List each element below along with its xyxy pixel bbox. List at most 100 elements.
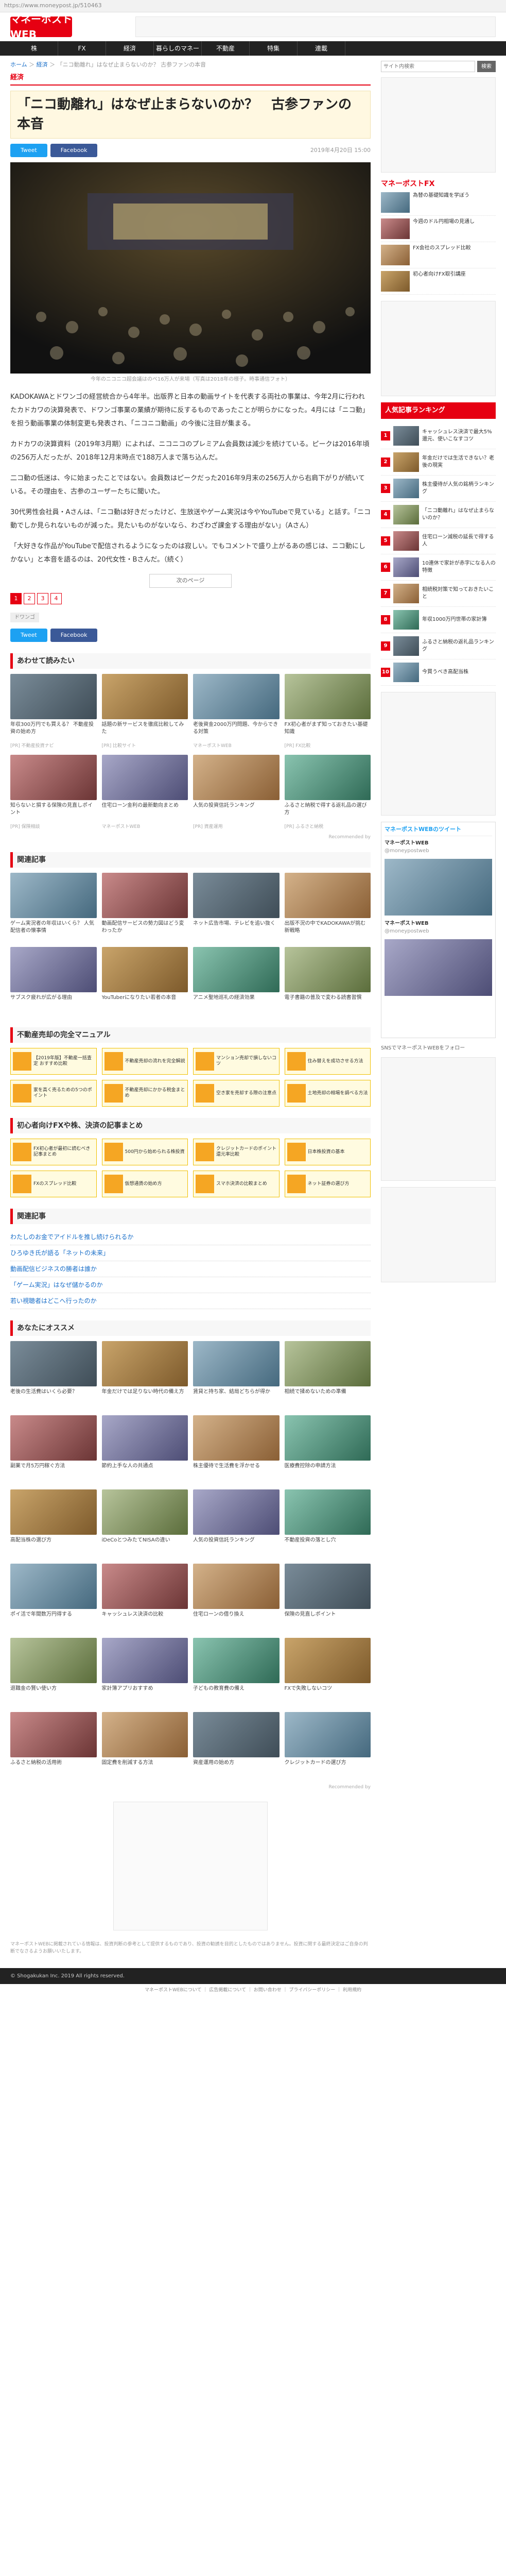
related-link[interactable]: わたしのお金でアイドルを推し続けられるか	[10, 1229, 371, 1246]
list-item[interactable]: ふるさと納税で得する返礼品の選び方 [PR] ふるさと納税	[284, 755, 371, 831]
list-item[interactable]: 500円から始められる株投資	[101, 1139, 188, 1166]
list-item[interactable]: 出版不況の中でKADOKAWAが挑む新戦略	[284, 873, 371, 942]
list-item[interactable]: 家を高く売るための5つのポイント	[10, 1080, 97, 1107]
next-page-button[interactable]: 次のページ	[149, 574, 232, 588]
header-ad[interactable]	[135, 16, 496, 37]
related-link[interactable]: 若い視聴者はどこへ行ったのか	[10, 1293, 371, 1310]
page-link[interactable]: 2	[24, 592, 35, 604]
twitter-handle[interactable]: @moneypostweb	[385, 927, 492, 935]
nav-item-living[interactable]: 暮らしのマネー	[154, 41, 202, 56]
list-item[interactable]: キャッシュレス決済の比較	[101, 1564, 188, 1633]
footer-links[interactable]: マネーポストWEBについて ｜ 広告掲載について ｜ お問い合わせ ｜ プライバ…	[0, 1984, 506, 1997]
list-item[interactable]: 日本株投資の基本	[284, 1139, 371, 1166]
list-item[interactable]: 家計簿アプリおすすめ	[101, 1638, 188, 1707]
list-item[interactable]: 住み替えを成功させる方法	[284, 1048, 371, 1075]
nav-item-economy[interactable]: 経済	[106, 41, 154, 56]
list-item[interactable]: 空き家を売却する際の注意点	[193, 1080, 280, 1107]
nav-item-stock[interactable]: 株	[10, 41, 58, 56]
list-item[interactable]: FXのスプレッド比較	[10, 1171, 97, 1198]
list-item[interactable]: ゲーム実況者の年収はいくら？ 人気配信者の懐事情	[10, 873, 97, 942]
sidebar-ad-bottom[interactable]	[381, 1057, 496, 1181]
banner-ad[interactable]	[113, 1801, 268, 1930]
article-tag[interactable]: ドワンゴ	[10, 612, 39, 622]
list-item[interactable]: ネット証券の選び方	[284, 1171, 371, 1198]
sidebar-ad-top[interactable]	[381, 77, 496, 173]
list-item[interactable]: 年金だけでは足りない時代の備え方	[101, 1341, 188, 1410]
ranking-item[interactable]: 8 年収1000万円世帯の家計簿	[381, 607, 496, 633]
tweet-button[interactable]: Tweet	[10, 144, 47, 158]
list-item[interactable]: 不動産売却の流れを完全解説	[101, 1048, 188, 1075]
article-category[interactable]: 経済	[10, 73, 371, 86]
list-item[interactable]: 相続で揉めないための準備	[284, 1341, 371, 1410]
ranking-item[interactable]: 1 キャッシュレス決済で最大5%還元、使いこなすコツ	[381, 423, 496, 449]
browser-url-bar[interactable]: https://www.moneypost.jp/510463	[0, 0, 506, 12]
list-item[interactable]: 子どもの教育費の備え	[193, 1638, 280, 1707]
page-link[interactable]: 1	[10, 592, 22, 604]
ranking-item[interactable]: 7 相続税対策で知っておきたいこと	[381, 581, 496, 607]
nav-item-feature[interactable]: 特集	[250, 41, 298, 56]
twitter-user[interactable]: マネーポストWEB	[385, 839, 492, 847]
list-item[interactable]: クレジットカードのポイント還元率比較	[193, 1139, 280, 1166]
ranking-item[interactable]: 3 株主優待が人気の銘柄ランキング	[381, 476, 496, 502]
facebook-button[interactable]: Facebook	[50, 144, 98, 158]
list-item[interactable]: 株主優待で生活費を浮かせる	[193, 1415, 280, 1484]
list-item[interactable]: iDeCoとつみたてNISAの違い	[101, 1489, 188, 1558]
list-item[interactable]: FX初心者がまず知っておきたい基礎知識 [PR] FX比較	[284, 673, 371, 750]
page-link[interactable]: 4	[50, 592, 62, 604]
list-item[interactable]: 動画配信サービスの勢力図はどう変わったか	[101, 873, 188, 942]
list-item[interactable]: マンション売却で損しないコツ	[193, 1048, 280, 1075]
list-item[interactable]: 今週のドル円相場の見通し	[381, 216, 496, 242]
list-item[interactable]: FX会社のスプレッド比較	[381, 242, 496, 268]
breadcrumb-category[interactable]: 経済	[37, 61, 48, 68]
list-item[interactable]: 人気の投資信託ランキング	[193, 1489, 280, 1558]
ranking-item[interactable]: 5 住宅ローン減税の延長で得する人	[381, 528, 496, 554]
list-item[interactable]: 話題の新サービスを徹底比較してみた [PR] 比較サイト	[101, 673, 188, 750]
list-item[interactable]: 不動産投資の落とし穴	[284, 1489, 371, 1558]
list-item[interactable]: FX初心者が最初に読むべき記事まとめ	[10, 1139, 97, 1166]
list-item[interactable]: 【2019年版】不動産一括査定 おすすめ比較	[10, 1048, 97, 1075]
twitter-user[interactable]: マネーポストWEB	[385, 920, 492, 927]
list-item[interactable]: FXで失敗しないコツ	[284, 1638, 371, 1707]
page-link[interactable]: 3	[37, 592, 48, 604]
ranking-item[interactable]: 9 ふるさと納税の返礼品ランキング	[381, 633, 496, 659]
list-item[interactable]: 節約上手な人の共通点	[101, 1415, 188, 1484]
nav-item-series[interactable]: 連載	[298, 41, 345, 56]
related-link[interactable]: 「ゲーム実況」はなぜ儲かるのか	[10, 1277, 371, 1294]
search-button[interactable]: 検索	[477, 61, 496, 72]
list-item[interactable]: 副業で月5万円稼ぐ方法	[10, 1415, 97, 1484]
list-item[interactable]: 固定費を削減する方法	[101, 1712, 188, 1781]
list-item[interactable]: 賃貸と持ち家、結局どちらが得か	[193, 1341, 280, 1410]
list-item[interactable]: クレジットカードの選び方	[284, 1712, 371, 1781]
twitter-timeline[interactable]: マネーポストWEBのツイート マネーポストWEB @moneypostweb マ…	[381, 821, 496, 1038]
list-item[interactable]: 年収300万円でも買える？ 不動産投資の始め方 [PR] 不動産投資ナビ	[10, 673, 97, 750]
recommended-by-2[interactable]: Recommended by	[10, 1784, 371, 1791]
related-link[interactable]: 動画配信ビジネスの勝者は誰か	[10, 1261, 371, 1278]
sidebar-ad-ranking[interactable]	[381, 691, 496, 816]
list-item[interactable]: 為替の基礎知識を学ぼう	[381, 190, 496, 216]
ranking-item[interactable]: 4 「ニコ動離れ」はなぜ止まらないのか？	[381, 502, 496, 528]
ranking-item[interactable]: 2 年金だけでは生活できない？老後の現実	[381, 449, 496, 476]
list-item[interactable]: スマホ決済の比較まとめ	[193, 1171, 280, 1198]
recommended-by[interactable]: Recommended by	[10, 834, 371, 841]
nav-item-realestate[interactable]: 不動産	[202, 41, 250, 56]
list-item[interactable]: サブスク疲れが広がる理由	[10, 947, 97, 1016]
list-item[interactable]: 高配当株の選び方	[10, 1489, 97, 1558]
list-item[interactable]: 医療費控除の申請方法	[284, 1415, 371, 1484]
list-item[interactable]: ネット広告市場、テレビを追い抜く	[193, 873, 280, 942]
twitter-handle[interactable]: @moneypostweb	[385, 847, 492, 855]
list-item[interactable]: 不動産売却にかかる税金まとめ	[101, 1080, 188, 1107]
list-item[interactable]: 電子書籍の普及で変わる読書習慣	[284, 947, 371, 1016]
sidebar-ad-last[interactable]	[381, 1187, 496, 1282]
list-item[interactable]: YouTuberになりたい若者の本音	[101, 947, 188, 1016]
list-item[interactable]: 人気の投資信託ランキング [PR] 資産運用	[193, 755, 280, 831]
list-item[interactable]: 老後資金2000万円問題、今からできる対策 マネーポストWEB	[193, 673, 280, 750]
sidebar-ad-mid[interactable]	[381, 301, 496, 396]
ranking-item[interactable]: 6 10連休で家計が赤字になる人の特徴	[381, 554, 496, 581]
facebook-button-bottom[interactable]: Facebook	[50, 628, 98, 642]
ranking-item[interactable]: 10 今買うべき高配当株	[381, 659, 496, 686]
site-logo[interactable]: マネーポスト WEB	[10, 13, 72, 41]
list-item[interactable]: 老後の生活費はいくら必要？	[10, 1341, 97, 1410]
list-item[interactable]: 土地売却の相場を調べる方法	[284, 1080, 371, 1107]
list-item[interactable]: 保険の見直しポイント	[284, 1564, 371, 1633]
list-item[interactable]: 仮想通貨の始め方	[101, 1171, 188, 1198]
